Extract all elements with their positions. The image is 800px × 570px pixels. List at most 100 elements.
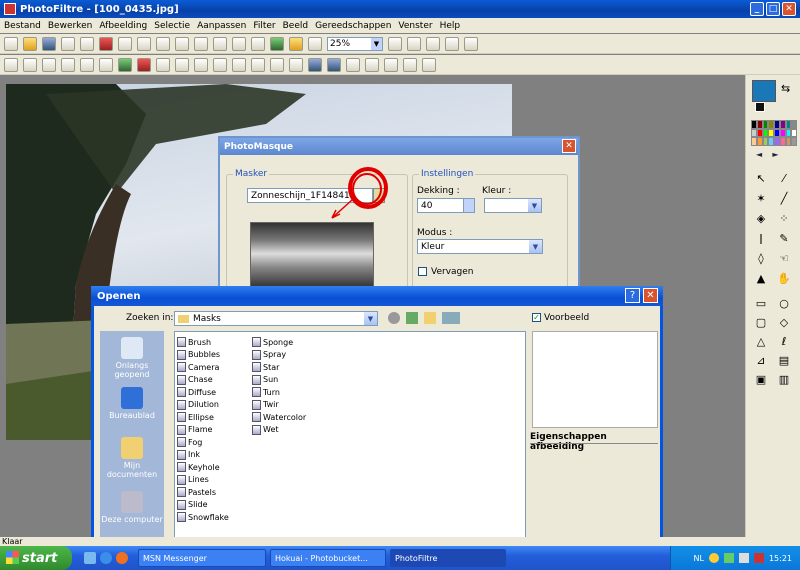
list-item[interactable]: Twir [252,399,279,411]
redo-icon[interactable] [118,36,132,51]
tray-msn-icon[interactable] [723,553,734,563]
fill-tool-icon[interactable]: ◈ [753,210,769,226]
rect-select-icon[interactable]: ▭ [753,295,769,311]
open-selection-icon[interactable]: ▤ [776,352,792,368]
place-computer[interactable]: Deze computer [100,491,164,524]
drop-icon[interactable] [232,57,246,72]
rounded-rect-select-icon[interactable]: ▢ [753,314,769,330]
task-photofiltre[interactable]: PhotoFiltre [390,549,506,567]
zoom-in-icon[interactable] [388,36,402,51]
flip-h-icon[interactable] [365,57,379,72]
fade-icon[interactable] [346,57,360,72]
voorbeeld-checkbox[interactable]: ✓ [532,313,541,322]
foreground-color-swatch[interactable] [752,80,776,102]
fullscreen-icon[interactable] [464,36,478,51]
show-desktop-icon[interactable] [84,552,96,564]
menu-aanpassen[interactable]: Aanpassen [197,21,246,31]
folder-select[interactable]: Masks ▼ [174,311,378,326]
list-item[interactable]: Ink [177,449,200,461]
new-folder-icon[interactable] [424,312,436,324]
zoom-out-icon[interactable] [407,36,421,51]
list-item[interactable]: Chase [177,374,213,386]
start-button[interactable]: start [0,546,72,570]
modus-select[interactable]: Kleur ▼ [417,239,543,254]
zoom-select[interactable]: 25% ▼ [327,36,383,51]
pointer-tool-icon[interactable]: ↖ [753,170,769,186]
list-item[interactable]: Keyhole [177,461,220,473]
tray-alert-icon[interactable] [708,553,719,563]
text-icon[interactable] [251,36,265,51]
select-all-icon[interactable] [232,36,246,51]
menu-filter[interactable]: Filter [253,21,275,31]
menu-bewerken[interactable]: Bewerken [48,21,92,31]
up-folder-icon[interactable] [406,312,418,324]
task-msn[interactable]: MSN Messenger [138,549,266,567]
triangle-select-icon[interactable]: △ [753,333,769,349]
color-balance-icon[interactable] [118,57,132,72]
menu-venster[interactable]: Venster [398,21,432,31]
flip-v-icon[interactable] [384,57,398,72]
brush-tool-icon[interactable]: ǀ [753,230,769,246]
gamma-up-icon[interactable] [99,57,113,72]
help-button[interactable]: ? [625,288,640,303]
place-documents[interactable]: Mijn documenten [100,437,164,479]
list-item[interactable]: Fog [177,436,202,448]
task-photobucket[interactable]: Hokuai - Photobucket... [270,549,386,567]
place-recent[interactable]: Onlangs geopend [100,337,164,379]
polygon-select-icon[interactable]: ⊿ [753,352,769,368]
scan-icon[interactable] [80,36,94,51]
spin-icon[interactable] [463,199,474,212]
tray-network-icon[interactable] [738,553,749,563]
list-item[interactable]: Brush [177,336,211,348]
ie-icon[interactable] [100,552,112,564]
list-item[interactable]: Sponge [252,336,293,348]
gamma-down-icon[interactable] [80,57,94,72]
list-item[interactable]: Watercolor [252,411,306,423]
list-item[interactable]: Lines [177,474,209,486]
list-item[interactable]: Flame [177,424,212,436]
close-button[interactable]: ✕ [782,2,796,16]
hue-icon[interactable] [137,57,151,72]
open-icon[interactable] [23,36,37,51]
firefox-icon[interactable] [116,552,128,564]
curve-icon[interactable] [156,57,170,72]
sharpen-more-icon[interactable] [289,57,303,72]
menu-selectie[interactable]: Selectie [154,21,190,31]
view-menu-icon[interactable] [442,312,460,324]
gradient-icon[interactable] [308,57,322,72]
minimize-button[interactable]: _ [750,2,764,16]
menu-beeld[interactable]: Beeld [283,21,308,31]
open-dialog-close-button[interactable]: ✕ [643,288,658,303]
frame-icon[interactable] [308,36,322,51]
photomasque-close-button[interactable]: ✕ [562,139,576,153]
place-desktop[interactable]: Bureaublad [100,387,164,420]
copy-icon[interactable] [156,36,170,51]
undo-icon[interactable] [99,36,113,51]
hand-tool-icon[interactable]: ✋ [776,270,792,286]
list-item[interactable]: Spray [252,349,286,361]
menu-help[interactable]: Help [440,21,461,31]
blur-icon[interactable] [251,57,265,72]
maximize-button[interactable]: □ [766,2,780,16]
print-icon[interactable] [61,36,75,51]
levels-icon[interactable] [4,57,18,72]
dither-icon[interactable] [175,57,189,72]
fill-icon[interactable] [289,36,303,51]
pen-tool-icon[interactable]: ✎ [776,230,792,246]
list-item[interactable]: Camera [177,361,219,373]
brightness-icon[interactable] [42,57,56,72]
smudge-tool-icon[interactable]: ☜ [776,250,792,266]
menu-afbeelding[interactable]: Afbeelding [99,21,147,31]
saturation-icon[interactable] [61,57,75,72]
list-item[interactable]: Sun [252,374,278,386]
tray-antivirus-icon[interactable] [753,553,764,563]
save-icon[interactable] [42,36,56,51]
menu-bestand[interactable]: Bestand [4,21,41,31]
list-item[interactable]: Turn [252,386,280,398]
list-item[interactable]: Dilution [177,399,219,411]
dekking-stepper[interactable]: 40 [417,198,475,213]
fit-window-icon[interactable] [426,36,440,51]
pipette-tool-icon[interactable]: ⁄ [776,170,792,186]
diamond-select-icon[interactable]: ◇ [776,314,792,330]
rotate-left-icon[interactable] [403,57,417,72]
